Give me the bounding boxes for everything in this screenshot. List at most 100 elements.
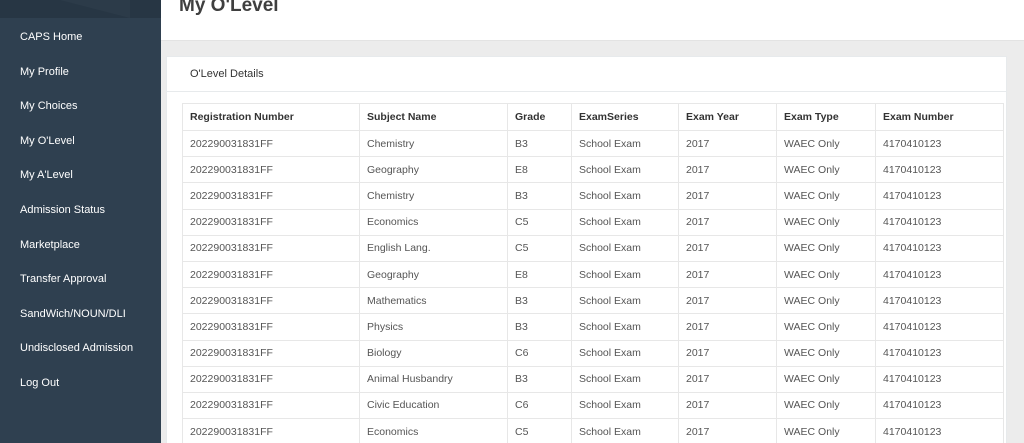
exam-type-cell: WAEC Only [776, 182, 876, 210]
sidebar-item-my-choices[interactable]: My Choices [0, 89, 161, 124]
table-row: 202290031831FF Geography E8 School Exam 2017… [182, 156, 1004, 184]
sidebar-item-admission-status[interactable]: Admission Status [0, 193, 161, 228]
grade-cell: B3 [507, 182, 572, 210]
exam-year-cell: 2017 [678, 260, 777, 289]
exam-series-cell: School Exam [571, 234, 679, 262]
column-header: Registration Number [182, 103, 360, 131]
sidebar-item-my-profile[interactable]: My Profile [0, 55, 161, 90]
exam-series-cell: School Exam [571, 418, 679, 443]
subject-name-cell: Mathematics [359, 287, 508, 315]
sidebar-item-log-out[interactable]: Log Out [0, 366, 161, 401]
subject-name-cell: Chemistry [359, 129, 508, 158]
exam-type-cell: WAEC Only [776, 287, 876, 315]
exam-number-cell: 4170410123 [875, 391, 1004, 420]
exam-type-cell: WAEC Only [776, 339, 876, 367]
exam-type-cell: WAEC Only [776, 208, 876, 236]
column-header: ExamSeries [571, 103, 679, 131]
table-row: 202290031831FF Economics C5 School Exam 2017… [182, 208, 1004, 236]
subject-name-cell: Geography [359, 156, 508, 184]
sidebar-item-sandwich-noun-dli[interactable]: SandWich/NOUN/DLI [0, 297, 161, 332]
exam-series-cell: School Exam [571, 182, 679, 210]
exam-year-cell: 2017 [678, 129, 777, 158]
sidebar-nav: CAPS Home My Profile My Choices My O'Lev… [0, 20, 161, 401]
exam-series-cell: School Exam [571, 260, 679, 289]
table-row: 202290031831FF English Lang. C5 School Exam… [182, 234, 1004, 262]
exam-year-cell: 2017 [678, 182, 777, 210]
exam-series-cell: School Exam [571, 391, 679, 420]
exam-number-cell: 4170410123 [875, 365, 1004, 393]
exam-type-cell: WAEC Only [776, 234, 876, 262]
exam-type-cell: WAEC Only [776, 313, 876, 341]
exam-number-cell: 4170410123 [875, 418, 1004, 443]
column-header: Subject Name [359, 103, 508, 131]
grade-cell: C5 [507, 208, 572, 236]
exam-type-cell: WAEC Only [776, 418, 876, 443]
sidebar-header [0, 0, 161, 18]
exam-year-cell: 2017 [678, 156, 777, 184]
exam-series-cell: School Exam [571, 208, 679, 236]
subject-name-cell: Physics [359, 313, 508, 341]
exam-type-cell: WAEC Only [776, 129, 876, 158]
grade-cell: C5 [507, 418, 572, 443]
grade-cell: B3 [507, 365, 572, 393]
subject-name-cell: Civic Education [359, 391, 508, 420]
sidebar-item-my-olevel[interactable]: My O'Level [0, 124, 161, 159]
exam-type-cell: WAEC Only [776, 365, 876, 393]
exam-number-cell: 4170410123 [875, 339, 1004, 367]
exam-year-cell: 2017 [678, 313, 777, 341]
exam-series-cell: School Exam [571, 156, 679, 184]
sidebar-item-undisclosed-admission[interactable]: Undisclosed Admission [0, 331, 161, 366]
registration-number-cell: 202290031831FF [182, 365, 360, 393]
sidebar: CAPS Home My Profile My Choices My O'Lev… [0, 0, 161, 443]
subject-name-cell: Economics [359, 418, 508, 443]
subject-name-cell: Economics [359, 208, 508, 236]
column-header: Exam Type [776, 103, 876, 131]
table-row: 202290031831FF Animal Husbandry B3 School E… [182, 365, 1004, 393]
exam-number-cell: 4170410123 [875, 234, 1004, 262]
exam-year-cell: 2017 [678, 339, 777, 367]
column-header: Exam Year [678, 103, 777, 131]
exam-series-cell: School Exam [571, 313, 679, 341]
exam-series-cell: School Exam [571, 129, 679, 158]
table-row: 202290031831FF Physics B3 School Exam 2017 WA… [182, 313, 1004, 341]
grade-cell: B3 [507, 313, 572, 341]
registration-number-cell: 202290031831FF [182, 391, 360, 420]
subject-name-cell: Geography [359, 260, 508, 289]
table-row: 202290031831FF Biology C6 School Exam 2017 WA… [182, 339, 1004, 367]
exam-number-cell: 4170410123 [875, 182, 1004, 210]
grade-cell: C6 [507, 339, 572, 367]
table-row: 202290031831FF Economics C5 School Exam 2017… [182, 418, 1004, 443]
grade-cell: E8 [507, 156, 572, 184]
registration-number-cell: 202290031831FF [182, 287, 360, 315]
exam-year-cell: 2017 [678, 287, 777, 315]
registration-number-cell: 202290031831FF [182, 313, 360, 341]
subject-name-cell: Biology [359, 339, 508, 367]
subject-name-cell: Chemistry [359, 182, 508, 210]
sidebar-item-marketplace[interactable]: Marketplace [0, 228, 161, 263]
sidebar-item-my-alevel[interactable]: My A'Level [0, 158, 161, 193]
exam-number-cell: 4170410123 [875, 260, 1004, 289]
column-header: Exam Number [875, 103, 1004, 131]
table-row: 202290031831FF Civic Education C6 School Ex… [182, 391, 1004, 420]
exam-number-cell: 4170410123 [875, 313, 1004, 341]
registration-number-cell: 202290031831FF [182, 234, 360, 262]
exam-number-cell: 4170410123 [875, 208, 1004, 236]
exam-type-cell: WAEC Only [776, 156, 876, 184]
sidebar-item-caps-home[interactable]: CAPS Home [0, 20, 161, 55]
olevel-details-panel: O'Level Details Registration Number Subje… [166, 56, 1007, 443]
panel-title: O'Level Details [167, 57, 1006, 92]
sidebar-item-transfer-approval[interactable]: Transfer Approval [0, 262, 161, 297]
exam-type-cell: WAEC Only [776, 391, 876, 420]
exam-number-cell: 4170410123 [875, 129, 1004, 158]
grade-cell: B3 [507, 129, 572, 158]
registration-number-cell: 202290031831FF [182, 208, 360, 236]
exam-series-cell: School Exam [571, 287, 679, 315]
exam-series-cell: School Exam [571, 365, 679, 393]
exam-year-cell: 2017 [678, 391, 777, 420]
column-header: Grade [507, 103, 572, 131]
subject-name-cell: Animal Husbandry [359, 365, 508, 393]
subject-name-cell: English Lang. [359, 234, 508, 262]
exam-number-cell: 4170410123 [875, 156, 1004, 184]
exam-year-cell: 2017 [678, 365, 777, 393]
exam-year-cell: 2017 [678, 418, 777, 443]
